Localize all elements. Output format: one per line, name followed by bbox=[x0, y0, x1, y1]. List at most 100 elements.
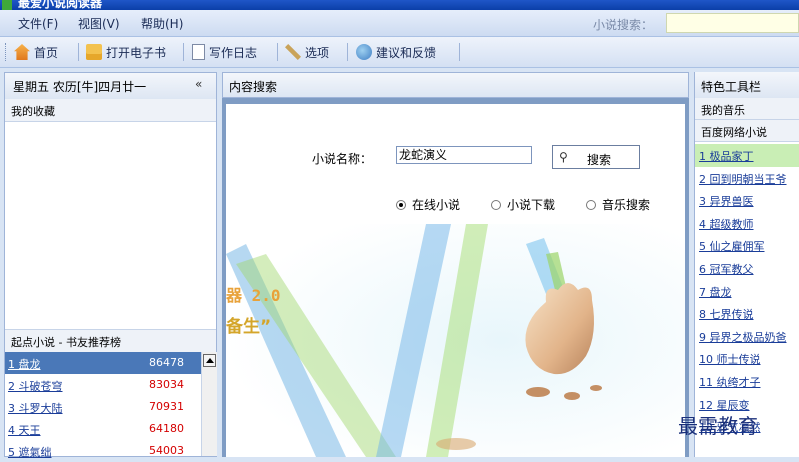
shell-fragment bbox=[526, 387, 550, 397]
write-diary-button[interactable]: 写作日志 bbox=[192, 43, 257, 61]
search-button[interactable]: ⚲ 搜索 bbox=[552, 145, 640, 169]
feedback-button[interactable]: 建议和反馈 bbox=[356, 43, 436, 61]
collapse-panel-button[interactable]: « bbox=[195, 77, 202, 91]
novel-link[interactable]: 6 冠军教父 bbox=[699, 261, 754, 277]
left-panel: 星期五 农历[牛]四月廿一 « 我的收藏 起点小说 - 书友推荐榜 1 盘龙 8… bbox=[4, 72, 217, 459]
radio-unselected-icon[interactable] bbox=[586, 199, 596, 210]
date-header: 星期五 农历[牛]四月廿一 « bbox=[5, 73, 216, 100]
options-button[interactable]: 选项 bbox=[285, 43, 329, 61]
ranking-row[interactable]: 4 天王 64180 bbox=[5, 418, 201, 440]
list-item[interactable]: 10 师士传说 bbox=[695, 347, 799, 370]
ranking-vote-count: 70931 bbox=[149, 400, 184, 413]
radio-label: 在线小说 bbox=[412, 198, 461, 212]
toolbar-separator bbox=[459, 43, 460, 61]
menu-file[interactable]: 文件(F) bbox=[18, 15, 58, 32]
novel-link[interactable]: 1 极品家丁 bbox=[699, 148, 754, 164]
toolbar-grip[interactable] bbox=[5, 43, 9, 61]
menu-bar: 文件(F) 视图(V) 帮助(H) 小说搜索： bbox=[0, 10, 799, 37]
binoculars-icon: ⚲ bbox=[559, 150, 568, 164]
ranking-novel-name[interactable]: 1 盘龙 bbox=[8, 356, 41, 372]
radio-music-search[interactable]: 音乐搜索 bbox=[586, 196, 650, 213]
feature-toolbar-header: 特色工具栏 bbox=[695, 72, 799, 99]
favorites-title: 我的收藏 bbox=[11, 105, 55, 118]
ranking-row[interactable]: 1 盘龙 86478 bbox=[5, 352, 201, 374]
baidu-novels-label: 百度网络小说 bbox=[701, 126, 767, 139]
ranking-novel-name[interactable]: 3 斗罗大陆 bbox=[8, 400, 63, 416]
toolbar: 首页 打开电子书 写作日志 选项 建议和反馈 bbox=[0, 37, 799, 68]
novel-search-label: 小说搜索： bbox=[593, 18, 654, 32]
feature-toolbar-title: 特色工具栏 bbox=[701, 80, 762, 94]
shell-fragment bbox=[590, 385, 602, 391]
ranking-row[interactable]: 3 斗罗大陆 70931 bbox=[5, 396, 201, 418]
toolbar-separator bbox=[277, 43, 278, 61]
ranking-scrollbar[interactable] bbox=[201, 352, 217, 456]
novel-link[interactable]: 5 仙之雇佣军 bbox=[699, 238, 765, 254]
list-item[interactable]: 5 仙之雇佣军 bbox=[695, 234, 799, 257]
radio-novel-download[interactable]: 小说下载 bbox=[491, 196, 555, 213]
logo-version-text: 器 2.0 bbox=[226, 286, 281, 305]
home-icon bbox=[14, 44, 30, 60]
search-button-label: 搜索 bbox=[587, 153, 612, 167]
feedback-label: 建议和反馈 bbox=[376, 45, 437, 60]
watermark: 最需教育 bbox=[678, 414, 758, 438]
list-item[interactable]: 6 冠军教父 bbox=[695, 257, 799, 280]
ranking-novel-name[interactable]: 5 遮氣绌 bbox=[8, 444, 52, 460]
ranking-vote-count: 64180 bbox=[149, 422, 184, 435]
ranking-title: 起点小说 - 书友推荐榜 bbox=[11, 336, 121, 349]
toolbar-separator bbox=[183, 43, 184, 61]
ranking-row[interactable]: 5 遮氣绌 54003 bbox=[5, 440, 201, 462]
home-label: 首页 bbox=[34, 45, 59, 60]
list-item[interactable]: 4 超级教师 bbox=[695, 212, 799, 235]
list-item[interactable]: 7 盘龙 bbox=[695, 280, 799, 303]
novel-link[interactable]: 8 七界传说 bbox=[699, 306, 754, 322]
radio-unselected-icon[interactable] bbox=[491, 199, 501, 210]
content-search-pane: 小说名称： 龙蛇演义 ⚲ 搜索 在线小说 小说下载 音乐搜索 器 2.0 备生” bbox=[222, 98, 689, 457]
ranking-vote-count: 83034 bbox=[149, 378, 184, 391]
radio-selected-icon[interactable] bbox=[396, 199, 406, 210]
options-label: 选项 bbox=[305, 45, 330, 60]
novel-link[interactable]: 2 回到明朝当王爷 bbox=[699, 171, 787, 187]
novel-link[interactable]: 7 盘龙 bbox=[699, 284, 732, 300]
open-ebook-button[interactable]: 打开电子书 bbox=[86, 43, 166, 61]
list-item[interactable]: 9 异界之极品奶爸 bbox=[695, 325, 799, 348]
scroll-up-arrow-icon[interactable] bbox=[203, 354, 216, 367]
ranking-header[interactable]: 起点小说 - 书友推荐榜 bbox=[5, 329, 216, 353]
right-panel: 特色工具栏 我的音乐 百度网络小说 1 极品家丁 2 回到明朝当王爷 3 异界兽… bbox=[694, 72, 799, 457]
logo-slogan-text: 备生” bbox=[226, 317, 272, 337]
feedback-icon bbox=[356, 44, 372, 60]
list-item[interactable]: 11 纨绔才子 bbox=[695, 370, 799, 393]
baidu-novels-item[interactable]: 百度网络小说 bbox=[695, 120, 799, 142]
ranking-novel-name[interactable]: 2 斗破苍穹 bbox=[8, 378, 63, 394]
document-icon bbox=[192, 44, 205, 60]
content-search-header: 内容搜索 bbox=[222, 72, 689, 98]
toolbar-separator bbox=[78, 43, 79, 61]
menu-help[interactable]: 帮助(H) bbox=[141, 15, 183, 32]
ranking-list: 1 盘龙 86478 2 斗破苍穹 83034 3 斗罗大陆 70931 4 天… bbox=[5, 352, 201, 462]
list-item[interactable]: 1 极品家丁 bbox=[695, 144, 799, 167]
novel-list: 1 极品家丁 2 回到明朝当王爷 3 异界兽医 4 超级教师 5 仙之雇佣军 6… bbox=[695, 144, 799, 438]
lunar-date: 星期五 农历[牛]四月廿一 bbox=[13, 80, 147, 94]
novel-link[interactable]: 3 异界兽医 bbox=[699, 193, 754, 209]
app-icon bbox=[2, 0, 12, 10]
radio-online-novel[interactable]: 在线小说 bbox=[396, 196, 460, 213]
home-button[interactable]: 首页 bbox=[14, 43, 58, 61]
write-diary-label: 写作日志 bbox=[209, 45, 258, 60]
my-music-item[interactable]: 我的音乐 bbox=[695, 98, 799, 120]
ranking-novel-name[interactable]: 4 天王 bbox=[8, 422, 41, 438]
list-item[interactable]: 3 异界兽医 bbox=[695, 189, 799, 212]
novel-name-input[interactable]: 龙蛇演义 bbox=[396, 146, 532, 164]
novel-link[interactable]: 10 师士传说 bbox=[699, 351, 761, 367]
novel-link[interactable]: 11 纨绔才子 bbox=[699, 374, 761, 390]
novel-link[interactable]: 9 异界之极品奶爸 bbox=[699, 329, 787, 345]
novel-link[interactable]: 4 超级教师 bbox=[699, 216, 754, 232]
list-item[interactable]: 8 七界传说 bbox=[695, 302, 799, 325]
list-item[interactable]: 2 回到明朝当王爷 bbox=[695, 167, 799, 190]
eggshell-artwork bbox=[226, 224, 685, 457]
novel-search-input[interactable] bbox=[666, 13, 799, 33]
favorites-header[interactable]: 我的收藏 bbox=[5, 99, 216, 122]
shell-fragment bbox=[564, 392, 580, 400]
ranking-row[interactable]: 2 斗破苍穹 83034 bbox=[5, 374, 201, 396]
menu-view[interactable]: 视图(V) bbox=[78, 15, 120, 32]
shell-fragment bbox=[436, 438, 476, 450]
folder-icon bbox=[86, 44, 102, 60]
